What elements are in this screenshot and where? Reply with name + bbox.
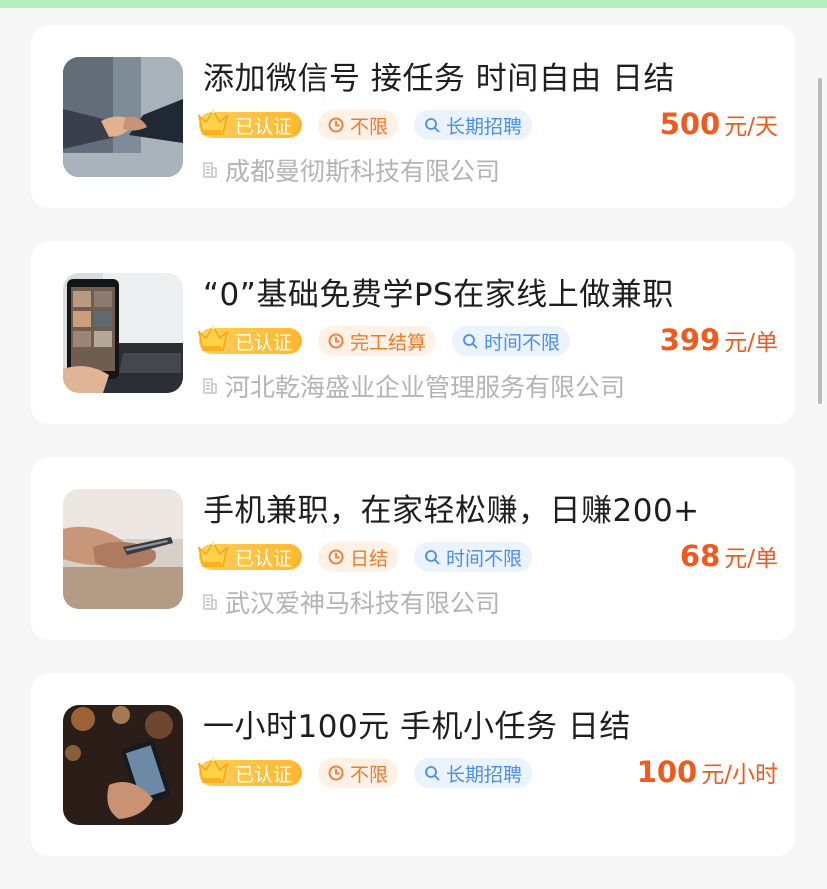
job-price: 68 元/单 [680,539,778,573]
company-row: 成都曼彻斯科技有限公司 [203,152,500,188]
crown-icon [197,324,229,351]
job-title: 手机兼职，在家轻松赚，日赚200+ [203,493,700,529]
company-name: 武汉爱神马科技有限公司 [225,589,501,618]
verified-badge: 已认证 [197,324,303,354]
company-name: 河北乾海盛业企业管理服务有限公司 [225,373,626,402]
price-unit: 元/天 [724,114,778,140]
verified-badge: 已认证 [197,756,303,786]
clock-icon [328,765,344,781]
building-icon [203,378,217,394]
price-amount: 100 [636,755,698,789]
time-tag: 完工结算 [318,326,437,356]
job-price: 100 元/小时 [637,755,778,789]
job-title: 添加微信号 接任务 时间自由 日结 [203,61,676,97]
job-tags: 已认证 不限 长期招聘 [197,756,533,788]
verified-label: 已认证 [235,547,293,570]
time-tag-label: 不限 [350,763,389,786]
top-accent-bar [0,0,827,8]
job-price: 399 元/单 [660,323,778,357]
search-icon [424,765,440,781]
clock-icon [328,549,344,565]
job-tags: 已认证 不限 长期招聘 [197,108,533,140]
verified-badge: 已认证 [197,540,303,570]
price-unit: 元/单 [724,546,778,572]
job-thumbnail [63,57,183,177]
job-tags: 已认证 完工结算 时间不限 [197,324,571,356]
search-icon [424,117,440,133]
recruit-tag: 长期招聘 [414,758,533,788]
recruit-tag-label: 长期招聘 [446,763,523,786]
price-amount: 500 [659,107,721,141]
job-title: “0”基础免费学PS在家线上做兼职 [203,277,674,313]
job-list: 添加微信号 接任务 时间自由 日结 已认证 不限 长期招聘 500 元/天 成都… [31,25,795,889]
recruit-tag-label: 长期招聘 [446,115,523,138]
time-tag: 不限 [318,758,399,788]
job-card[interactable]: 手机兼职，在家轻松赚，日赚200+ 已认证 日结 时间不限 68 元/单 武汉爱… [31,457,795,640]
clock-icon [328,333,344,349]
job-thumbnail [63,705,183,825]
job-title: 一小时100元 手机小任务 日结 [203,709,631,745]
company-row: 河北乾海盛业企业管理服务有限公司 [203,368,625,404]
job-card[interactable]: 一小时100元 手机小任务 日结 已认证 不限 长期招聘 100 元/小时 [31,673,795,856]
recruit-tag-label: 时间不限 [484,331,561,354]
price-amount: 68 [679,539,721,573]
recruit-tag: 长期招聘 [414,110,533,140]
time-tag: 不限 [318,110,399,140]
job-thumbnail [63,273,183,393]
building-icon [203,594,217,610]
scrollbar[interactable] [818,78,822,404]
building-icon [203,162,217,178]
job-tags: 已认证 日结 时间不限 [197,540,533,572]
job-price: 500 元/天 [660,107,778,141]
search-icon [462,333,478,349]
price-unit: 元/单 [724,330,778,356]
time-tag-label: 完工结算 [350,331,427,354]
clock-icon [328,117,344,133]
time-tag-label: 日结 [350,547,389,570]
search-icon [424,549,440,565]
price-unit: 元/小时 [701,762,778,788]
verified-label: 已认证 [235,115,293,138]
crown-icon [197,540,229,567]
company-name: 成都曼彻斯科技有限公司 [225,157,501,186]
job-card[interactable]: “0”基础免费学PS在家线上做兼职 已认证 完工结算 时间不限 399 元/单 … [31,241,795,424]
verified-badge: 已认证 [197,108,303,138]
company-row: 武汉爱神马科技有限公司 [203,584,500,620]
job-thumbnail [63,489,183,609]
verified-label: 已认证 [235,763,293,786]
price-amount: 399 [659,323,721,357]
time-tag: 日结 [318,542,399,572]
crown-icon [197,756,229,783]
recruit-tag: 时间不限 [414,542,533,572]
time-tag-label: 不限 [350,115,389,138]
recruit-tag: 时间不限 [452,326,571,356]
crown-icon [197,108,229,135]
verified-label: 已认证 [235,331,293,354]
job-card[interactable]: 添加微信号 接任务 时间自由 日结 已认证 不限 长期招聘 500 元/天 成都… [31,25,795,208]
recruit-tag-label: 时间不限 [446,547,523,570]
